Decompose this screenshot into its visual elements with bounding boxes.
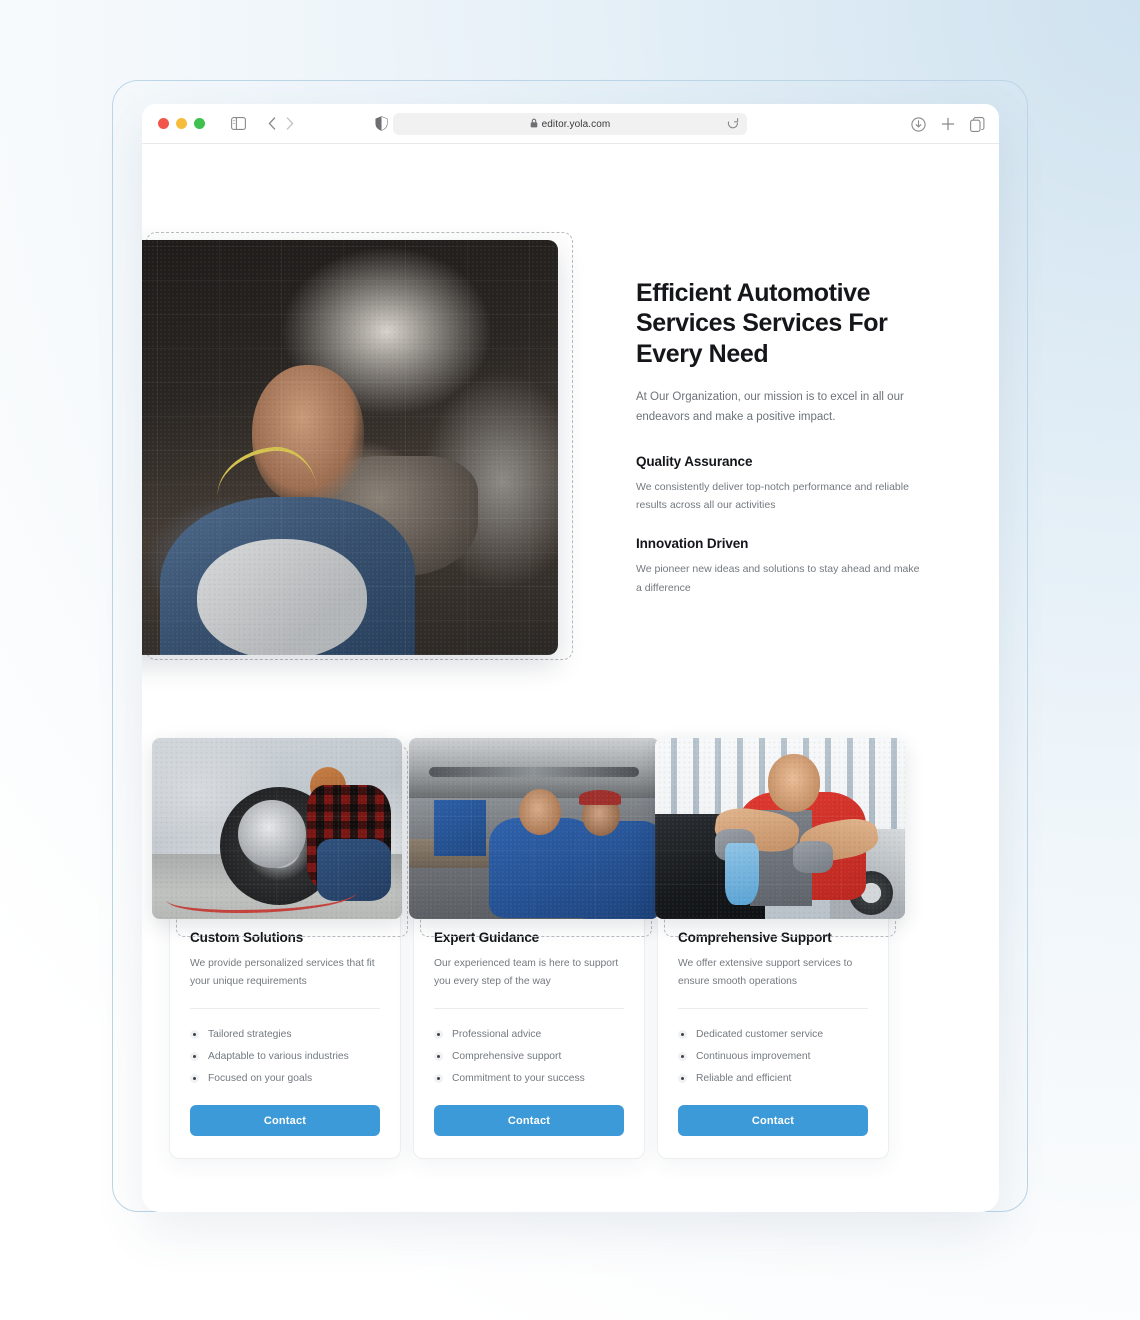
card-image[interactable] (152, 738, 402, 919)
card-body: Expert Guidance Our experienced team is … (414, 930, 644, 1137)
plus-icon[interactable] (941, 117, 955, 131)
hero-subtext: At Our Organization, our mission is to e… (636, 390, 904, 424)
list-item-label: Tailored strategies (208, 1028, 292, 1040)
list-item-label: Continuous improvement (696, 1050, 811, 1062)
service-card-custom-solutions: Custom Solutions We provide personalized… (152, 738, 408, 1160)
window-controls (158, 118, 205, 129)
list-item: Comprehensive support (434, 1045, 624, 1067)
contact-button[interactable]: Contact (190, 1105, 380, 1137)
feature-title: Innovation Driven (636, 536, 749, 552)
browser-toolbar: editor.yola.com (142, 104, 999, 144)
chevron-right-icon[interactable] (286, 117, 294, 130)
card-image[interactable] (409, 738, 659, 919)
card-description: We offer extensive support services to e… (678, 958, 853, 987)
list-item: Reliable and efficient (678, 1067, 868, 1089)
list-item-label: Dedicated customer service (696, 1028, 824, 1040)
card-description: We provide personalized services that fi… (190, 958, 375, 987)
worker-two-cap-shape (579, 790, 621, 806)
reload-icon[interactable] (727, 117, 739, 135)
feature-block-quality: Quality Assurance We consistently delive… (636, 454, 926, 515)
list-item: Commitment to your success (434, 1067, 624, 1089)
download-icon[interactable] (911, 116, 926, 132)
sidebar-toggle-icon[interactable] (231, 117, 246, 130)
list-item: Tailored strategies (190, 1023, 380, 1045)
list-item: Continuous improvement (678, 1045, 868, 1067)
service-card-comprehensive-support: Comprehensive Support We offer extensive… (655, 738, 905, 1160)
card-feature-list: Tailored strategies Adaptable to various… (190, 1023, 380, 1089)
lock-icon (530, 115, 538, 133)
card-divider (678, 1008, 868, 1010)
card-divider (434, 1008, 624, 1010)
contact-button[interactable]: Contact (678, 1105, 868, 1137)
card-body: Comprehensive Support We offer extensive… (658, 930, 888, 1137)
card-feature-list: Professional advice Comprehensive suppor… (434, 1023, 624, 1089)
bullet-dot-icon (190, 1029, 199, 1039)
bullet-dot-icon (190, 1051, 199, 1061)
card-photo-art (655, 738, 905, 919)
list-item: Dedicated customer service (678, 1023, 868, 1045)
privacy-shield-icon[interactable] (375, 116, 388, 131)
list-item-label: Adaptable to various industries (208, 1050, 349, 1062)
minimize-window-dot[interactable] (176, 118, 187, 129)
maximize-window-dot[interactable] (194, 118, 205, 129)
list-item: Professional advice (434, 1023, 624, 1045)
card-description: Our experienced team is here to support … (434, 958, 619, 987)
feature-text: We pioneer new ideas and solutions to st… (636, 563, 920, 594)
list-item-label: Comprehensive support (452, 1050, 562, 1062)
worker-one-head-shape (519, 788, 561, 835)
card-divider (190, 1008, 380, 1010)
wall-panel-shape (434, 799, 486, 856)
bullet-dot-icon (434, 1051, 443, 1061)
contact-button[interactable]: Contact (434, 1105, 624, 1137)
close-window-dot[interactable] (158, 118, 169, 129)
card-body: Custom Solutions We provide personalized… (170, 930, 400, 1137)
bullet-dot-icon (434, 1029, 443, 1039)
list-item-label: Commitment to your success (452, 1072, 585, 1084)
hero-text-column: Efficient Automotive Services Services F… (636, 278, 926, 597)
feature-text: We consistently deliver top-notch perfor… (636, 480, 909, 512)
mechanic-sleeve-shape (196, 538, 367, 655)
card-image[interactable] (655, 738, 905, 919)
toolbar-right-actions (911, 104, 985, 144)
card-photo-art (409, 738, 659, 919)
card-photo-art (152, 738, 402, 919)
list-item-label: Professional advice (452, 1028, 542, 1040)
tab-overview-icon[interactable] (970, 116, 985, 132)
bullet-dot-icon (678, 1029, 687, 1039)
bullet-dot-icon (434, 1073, 443, 1083)
list-item: Adaptable to various industries (190, 1045, 380, 1067)
service-card-expert-guidance: Expert Guidance Our experienced team is … (409, 738, 659, 1160)
hero-image[interactable] (142, 240, 558, 655)
list-item-label: Focused on your goals (208, 1072, 313, 1084)
chevron-left-icon[interactable] (268, 117, 276, 130)
address-bar[interactable]: editor.yola.com (393, 113, 747, 135)
list-item: Focused on your goals (190, 1067, 380, 1089)
browser-window: editor.yola.com Efficient Automotive Ser… (142, 104, 999, 1212)
right-glove-shape (792, 841, 833, 874)
mechanic-head-shape (767, 754, 820, 813)
worker-two-body-shape (574, 821, 659, 919)
card-feature-list: Dedicated customer service Continuous im… (678, 1023, 868, 1089)
address-bar-url: editor.yola.com (541, 118, 611, 130)
website-page-canvas: Efficient Automotive Services Services F… (142, 144, 999, 1212)
bullet-dot-icon (678, 1073, 687, 1083)
feature-title: Quality Assurance (636, 453, 753, 469)
bullet-dot-icon (678, 1051, 687, 1061)
hero-photo-art (142, 240, 558, 655)
list-item-label: Reliable and efficient (696, 1072, 792, 1084)
feature-block-innovation: Innovation Driven We pioneer new ideas a… (636, 536, 926, 597)
service-cards-row: Custom Solutions We provide personalized… (152, 738, 969, 1160)
bullet-dot-icon (190, 1073, 199, 1083)
page-title: Efficient Automotive Services Services F… (636, 279, 888, 368)
cleaning-cloth-shape (725, 842, 759, 905)
